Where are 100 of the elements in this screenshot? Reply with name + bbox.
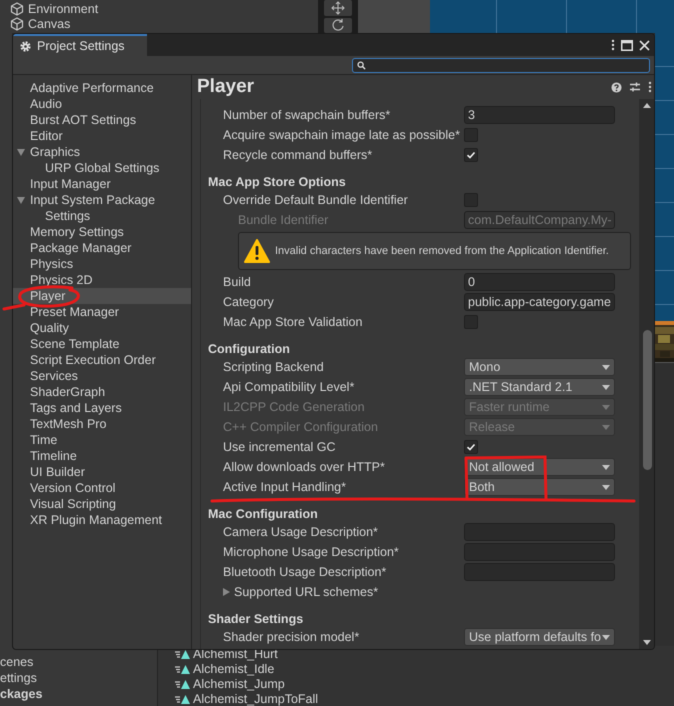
more-options-icon[interactable] [648,81,652,93]
sidebar-item[interactable]: Services [13,368,191,384]
text-field[interactable] [464,543,615,561]
cube-icon [10,16,24,30]
hierarchy-item[interactable]: Canvas [28,16,70,30]
rotate-tool-icon[interactable] [324,18,352,33]
asset-item[interactable]: Alchemist_Hurt [193,646,278,660]
sidebar-item[interactable]: Physics 2D [13,272,191,288]
sidebar-item[interactable]: Package Manager [13,240,191,256]
sidebar-item[interactable]: Preset Manager [13,304,191,320]
sidebar-item[interactable]: XR Plugin Management [13,512,191,528]
sidebar-item[interactable]: Settings [13,208,191,224]
dropdown[interactable]: Use platform defaults fo [464,628,615,646]
text-field[interactable]: 0 [464,273,615,291]
dropdown[interactable]: Mono [464,358,615,376]
sidebar-item[interactable]: Editor [13,128,191,144]
check-icon [466,442,476,452]
hierarchy-item[interactable]: Environment [28,2,98,16]
sidebar-item[interactable]: Audio [13,96,191,112]
field-label: Scripting Backend [223,360,325,374]
checkbox[interactable] [464,148,478,162]
dropdown[interactable]: .NET Standard 2.1 [464,378,615,396]
sidebar-item[interactable]: Adaptive Performance [13,80,191,96]
search-icon [357,60,366,70]
section-heading: Configuration [207,342,291,357]
warning-icon [244,238,270,264]
checkbox[interactable] [464,193,478,207]
field-label: IL2CPP Code Generation [223,400,366,414]
asset-item[interactable]: Alchemist_Idle [193,662,274,676]
checkbox[interactable] [464,315,478,329]
sidebar-item[interactable]: Scene Template [13,336,191,352]
folder-item[interactable]: cenes [0,654,157,670]
sidebar-item[interactable]: Memory Settings [13,224,191,240]
sidebar-item[interactable]: Script Execution Order [13,352,191,368]
field-label: Use incremental GC [223,440,337,454]
sidebar-item[interactable]: URP Global Settings [13,160,191,176]
sidebar-item[interactable]: Input System Package [13,192,191,208]
foldout[interactable]: Supported URL schemes* [223,585,378,599]
section-heading: Shader Settings [207,612,304,627]
presets-icon[interactable] [629,81,641,93]
sidebar-item[interactable]: Timeline [13,448,191,464]
checkbox[interactable] [464,440,478,454]
check-icon [466,150,476,160]
text-field[interactable]: 3 [464,106,615,124]
expand-arrow-icon[interactable] [17,196,25,204]
warning-text: Invalid characters have been removed from the Application Identifier. [275,245,609,257]
field-label: Override Default Bundle Identifier [223,193,409,207]
cube-icon [10,2,24,16]
sidebar-item[interactable]: Player [13,288,191,304]
animation-clip-icon [175,662,191,674]
sidebar-item[interactable]: UI Builder [13,464,191,480]
animation-clip-icon [175,678,191,690]
sidebar-item[interactable]: Version Control [13,480,191,496]
maximize-icon[interactable] [621,40,633,50]
section-heading: Mac App Store Options [207,175,347,190]
sidebar-item[interactable]: TextMesh Pro [13,416,191,432]
sidebar-item[interactable]: Physics [13,256,191,272]
asset-item[interactable]: Alchemist_JumpToFall [193,692,318,706]
field-label: Active Input Handling* [223,480,347,494]
move-tool-icon[interactable] [324,0,352,16]
more-options-icon[interactable] [611,39,615,51]
section-heading: Mac Configuration [207,507,319,522]
field-label: Bundle Identifier [238,213,330,227]
field-label: Api Compatibility Level* [223,380,356,394]
sidebar-item[interactable]: Tags and Layers [13,400,191,416]
text-field[interactable] [464,563,615,581]
dropdown[interactable]: Not allowed [464,458,615,476]
sidebar-item[interactable]: ShaderGraph [13,384,191,400]
checkbox[interactable] [464,128,478,142]
help-icon[interactable] [611,82,622,92]
field-label: Recycle command buffers* [223,148,374,162]
folder-item[interactable]: ckages [0,686,157,702]
scrollbar[interactable] [640,99,654,649]
text-field[interactable]: public.app-category.game [464,293,615,311]
gear-icon [19,40,32,52]
sidebar-item[interactable]: Time [13,432,191,448]
field-label: Mac App Store Validation [223,315,364,329]
close-icon[interactable] [639,40,650,50]
search-field[interactable] [352,58,650,72]
field-label: Camera Usage Description* [223,525,379,539]
sidebar-item[interactable]: Quality [13,320,191,336]
field-label: Shader precision model* [223,630,360,644]
field-label: C++ Compiler Configuration [223,420,379,434]
asset-item[interactable]: Alchemist_Jump [193,676,285,690]
window-tab[interactable]: Project Settings [13,34,147,56]
expand-arrow-icon[interactable] [17,148,25,156]
text-field[interactable] [464,523,615,541]
sidebar-item[interactable]: Visual Scripting [13,496,191,512]
scene-toolbar [358,0,430,33]
field-label: Microphone Usage Description* [223,545,400,559]
sidebar-item[interactable]: Input Manager [13,176,191,192]
folder-item[interactable]: ettings [0,670,157,686]
animation-clip-icon [175,648,191,660]
field-label: Number of swapchain buffers* [223,108,392,122]
field-label: Bluetooth Usage Description* [223,565,388,579]
sidebar-item[interactable]: Graphics [13,144,191,160]
page-title: Player [197,76,254,98]
sidebar-item[interactable]: Burst AOT Settings [13,112,191,128]
dropdown[interactable]: Both [464,478,615,496]
field-label: Acquire swapchain image late as possible* [223,128,461,142]
